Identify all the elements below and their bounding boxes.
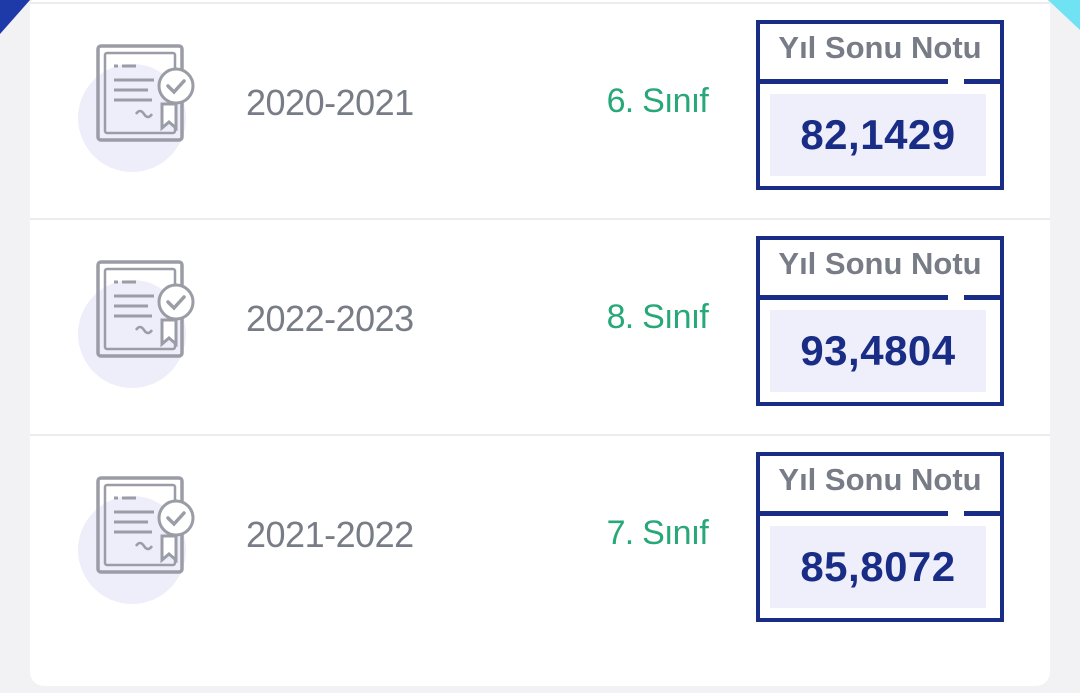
certificate-icon: [78, 42, 208, 172]
grade-level: 8. Sınıf: [606, 298, 709, 336]
decorative-corner-left: [0, 0, 30, 34]
school-year: 2020-2021: [246, 82, 414, 123]
score-value: 93,4804: [800, 327, 956, 374]
score-value-panel: 82,1429: [770, 94, 986, 176]
decorative-corner-right: [1048, 0, 1080, 30]
score-label: Yıl Sonu Notu: [778, 246, 982, 281]
score-divider: [760, 511, 1000, 516]
score-value-panel: 85,8072: [770, 526, 986, 608]
year-end-score-box: Yıl Sonu Notu 85,8072: [756, 452, 1004, 622]
grade-level: 6. Sınıf: [606, 82, 709, 120]
report-card-list: 2020-2021 6. Sınıf Yıl Sonu Notu 82,1429: [30, 0, 1050, 686]
score-label: Yıl Sonu Notu: [778, 462, 982, 497]
list-item[interactable]: 2022-2023 8. Sınıf Yıl Sonu Notu 93,4804: [30, 218, 1050, 436]
grade-level: 7. Sınıf: [606, 514, 709, 552]
score-value-panel: 93,4804: [770, 310, 986, 392]
year-end-score-box: Yıl Sonu Notu 93,4804: [756, 236, 1004, 406]
score-divider: [760, 295, 1000, 300]
score-divider: [760, 79, 1000, 84]
school-year: 2021-2022: [246, 514, 414, 555]
list-item[interactable]: 2020-2021 6. Sınıf Yıl Sonu Notu 82,1429: [30, 2, 1050, 220]
score-value: 82,1429: [800, 111, 956, 158]
certificate-icon: [78, 258, 208, 388]
year-end-score-box: Yıl Sonu Notu 82,1429: [756, 20, 1004, 190]
school-year: 2022-2023: [246, 298, 414, 339]
list-item[interactable]: 2021-2022 7. Sınıf Yıl Sonu Notu 85,8072: [30, 434, 1050, 652]
certificate-icon: [78, 474, 208, 604]
score-value: 85,8072: [800, 543, 956, 590]
score-label: Yıl Sonu Notu: [778, 30, 982, 65]
